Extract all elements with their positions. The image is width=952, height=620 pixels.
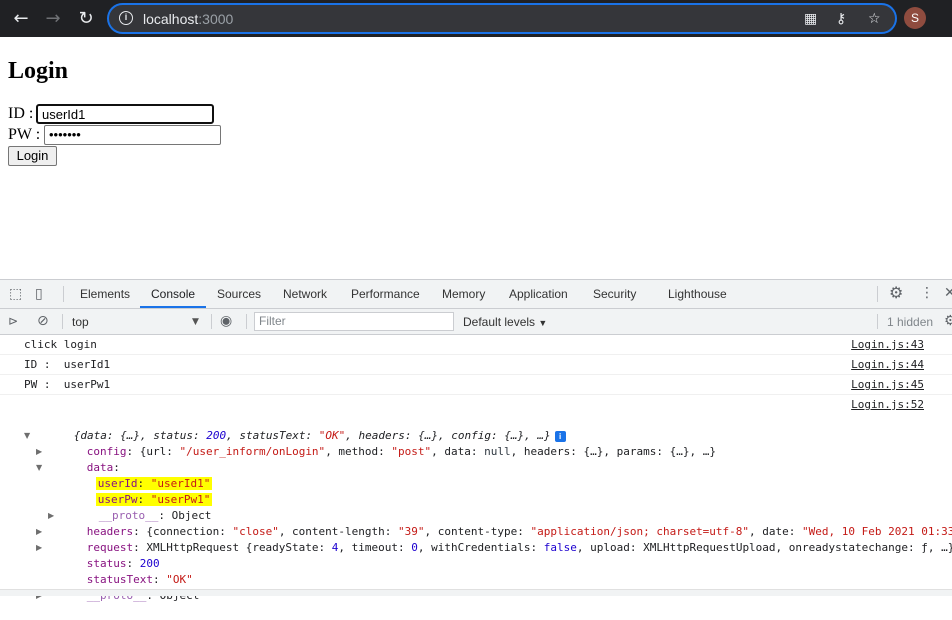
clear-console-icon[interactable]: ⊘ <box>37 313 49 329</box>
eye-icon[interactable]: ◉ <box>220 313 232 329</box>
console-toolbar: ⊳ ⊘ top ▼ ◉ Filter Default levels ▼ 1 hi… <box>0 309 952 335</box>
divider <box>877 286 878 302</box>
address-bar[interactable]: i localhost:3000 ▦ ⚷ ☆ <box>108 4 896 33</box>
close-icon[interactable]: ✕ <box>944 285 952 301</box>
tab-network[interactable]: Network <box>283 280 327 308</box>
tree-item-data[interactable]: ▼ data: <box>36 444 120 474</box>
chevron-down-icon[interactable]: ▼ <box>192 314 199 330</box>
avatar[interactable]: S <box>904 7 926 29</box>
tab-sources[interactable]: Sources <box>217 280 261 308</box>
tab-performance[interactable]: Performance <box>351 280 420 308</box>
divider <box>63 286 64 302</box>
divider <box>246 314 247 329</box>
levels-dropdown[interactable]: Default levels ▼ <box>463 314 547 331</box>
response-object-summary[interactable]: ▼ {data: {…}, status: 200, statusText: "O… <box>24 412 566 442</box>
id-label: ID : <box>8 105 34 122</box>
context-selector[interactable]: top <box>72 314 89 330</box>
tab-lighthouse[interactable]: Lighthouse <box>668 280 727 308</box>
key-icon[interactable]: ⚷ <box>836 11 846 27</box>
pw-label: PW : <box>8 126 41 143</box>
tree-item-proto[interactable]: ▶__proto__: Object <box>48 492 211 522</box>
info-icon[interactable]: i <box>119 11 133 25</box>
divider <box>211 314 212 329</box>
tree-item-headers[interactable]: ▶ headers: {connection: "close", content-… <box>36 508 952 538</box>
log-source-link[interactable]: Login.js:52 <box>851 397 924 413</box>
forward-arrow-icon[interactable]: → <box>42 8 64 30</box>
page-title: Login <box>8 58 69 84</box>
tab-memory[interactable]: Memory <box>442 280 485 308</box>
pw-input[interactable]: ••••••• <box>44 125 221 145</box>
log-row: Login.js:52 <box>0 395 952 411</box>
back-arrow-icon[interactable]: ← <box>10 8 32 30</box>
log-row: PW : userPw1 Login.js:45 <box>0 375 952 395</box>
devtools-panel: ⬚ ▯ Elements Console Sources Network Per… <box>0 279 952 602</box>
tab-security[interactable]: Security <box>593 280 636 308</box>
hidden-count: 1 hidden <box>887 315 934 329</box>
reload-icon[interactable]: ↻ <box>75 8 97 30</box>
browser-toolbar: ← → ↻ i localhost:3000 ▦ ⚷ ☆ S <box>0 0 952 37</box>
log-message: PW : userPw1 <box>24 378 111 391</box>
log-source-link[interactable]: Login.js:44 <box>851 357 924 373</box>
tree-item-request[interactable]: ▶ request: XMLHttpRequest {readyState: 4,… <box>36 524 952 554</box>
filter-input[interactable]: Filter <box>254 312 454 331</box>
tree-item-status: status: 200 <box>86 557 160 570</box>
tree-item-statustext: statusText: "OK" <box>86 573 193 586</box>
gear-icon[interactable]: ⚙ <box>889 285 903 301</box>
id-input[interactable]: userId1 <box>36 104 214 124</box>
collapsed-triangle-icon[interactable]: ▶ <box>36 540 42 556</box>
log-source-link[interactable]: Login.js:43 <box>851 337 924 353</box>
qr-code-icon[interactable]: ▦ <box>804 11 817 27</box>
log-message: click login <box>24 338 97 351</box>
divider <box>62 314 63 329</box>
url-text[interactable]: localhost:3000 <box>143 10 233 28</box>
log-row: ID : userId1 Login.js:44 <box>0 355 952 375</box>
more-options-icon[interactable]: ⋮ <box>920 285 934 301</box>
chevron-down-icon: ▼ <box>538 318 548 328</box>
login-button[interactable]: Login <box>8 146 57 166</box>
tree-item-config[interactable]: ▶ config: {url: "/user_inform/onLogin", m… <box>36 428 716 458</box>
expanded-triangle-icon[interactable]: ▼ <box>24 428 30 444</box>
tab-application[interactable]: Application <box>509 280 568 308</box>
sidebar-toggle-icon[interactable]: ⊳ <box>8 313 18 329</box>
devtools-tab-bar: ⬚ ▯ Elements Console Sources Network Per… <box>0 280 952 309</box>
device-toolbar-icon[interactable]: ▯ <box>35 286 43 302</box>
log-source-link[interactable]: Login.js:45 <box>851 377 924 393</box>
tree-item-userpw: userPw: "userPw1" <box>95 493 213 506</box>
gear-icon[interactable]: ⚙ <box>944 313 952 329</box>
tab-console[interactable]: Console <box>140 280 207 308</box>
tree-item-proto[interactable]: ▶__proto__: Object <box>36 572 199 602</box>
tab-elements[interactable]: Elements <box>80 280 130 308</box>
console-output: click login Login.js:43 ID : userId1 Log… <box>0 335 952 602</box>
star-icon[interactable]: ☆ <box>868 11 881 27</box>
log-message: ID : userId1 <box>24 358 111 371</box>
inspect-element-icon[interactable]: ⬚ <box>9 286 22 302</box>
log-row: click login Login.js:43 <box>0 335 952 355</box>
divider <box>877 314 878 329</box>
tree-item-userid: userId: "userId1" <box>95 477 213 490</box>
expanded-triangle-icon[interactable]: ▼ <box>36 460 42 476</box>
